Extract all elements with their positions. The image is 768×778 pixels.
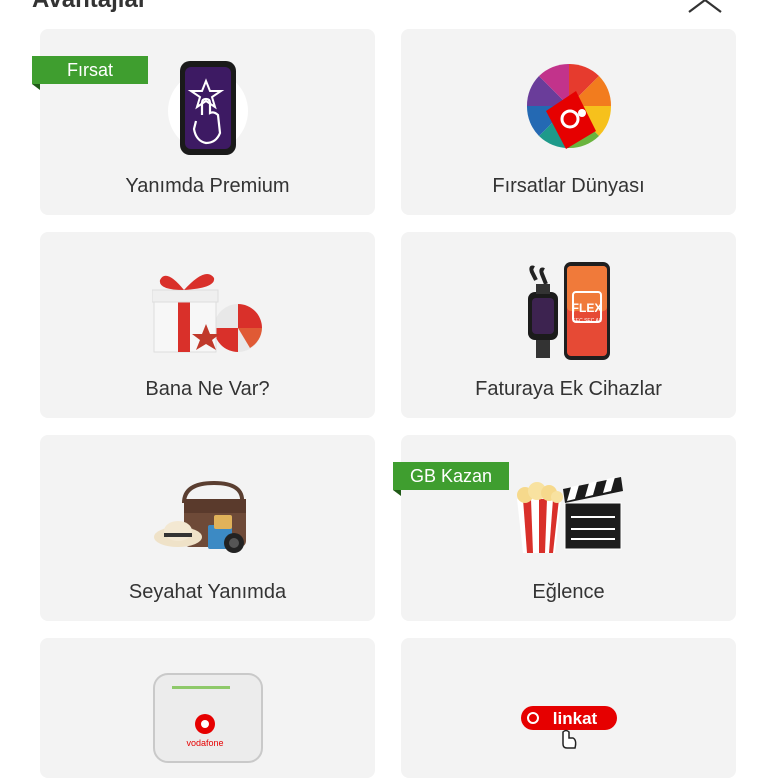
- badge-firsat: Fırsat: [32, 56, 148, 84]
- card-label: Yanımda Premium: [125, 175, 290, 197]
- card-bana-ne-var[interactable]: Bana Ne Var?: [40, 232, 375, 418]
- badge-gb-kazan: GB Kazan: [393, 462, 509, 490]
- prize-wheel-tag-icon: [524, 61, 614, 151]
- svg-text:FLEX: FLEX: [571, 301, 602, 315]
- card-seyahat-yanimda[interactable]: Seyahat Yanımda: [40, 435, 375, 621]
- linkat-logo-icon: linkat: [519, 704, 619, 752]
- close-button[interactable]: [686, 0, 724, 14]
- card-faturaya-ek-cihazlar[interactable]: FLEX SEÇ SEÇ AL Faturaya Ek Cihazlar: [401, 232, 736, 418]
- phone-star-icon: [167, 59, 248, 159]
- popcorn-clapper-icon: [513, 473, 625, 555]
- card-vodafone-modem[interactable]: vodafone: [40, 638, 375, 778]
- vodafone-modem-icon: vodafone: [152, 670, 264, 768]
- card-label: Eğlence: [532, 581, 605, 603]
- card-label: Faturaya Ek Cihazlar: [475, 378, 662, 400]
- close-icon: [688, 0, 722, 13]
- badge-fold: [32, 84, 40, 90]
- card-firsatlar-dunyasi[interactable]: Fırsatlar Dünyası: [401, 29, 736, 215]
- modem-brand-text: vodafone: [186, 738, 223, 748]
- svg-text:SEÇ SEÇ AL: SEÇ SEÇ AL: [572, 318, 601, 324]
- travel-bag-hat-icon: [153, 475, 262, 555]
- card-label: Fırsatlar Dünyası: [492, 175, 645, 197]
- card-linkat[interactable]: linkat: [401, 638, 736, 778]
- card-label: Seyahat Yanımda: [128, 581, 287, 603]
- linkat-text: linkat: [552, 709, 597, 728]
- card-label: Bana Ne Var?: [145, 378, 270, 400]
- badge-fold: [393, 490, 401, 496]
- devices-flex-icon: FLEX SEÇ SEÇ AL: [526, 262, 612, 362]
- gift-box-beach-ball-icon: [151, 270, 264, 356]
- page-title: Avantajlar: [32, 0, 147, 14]
